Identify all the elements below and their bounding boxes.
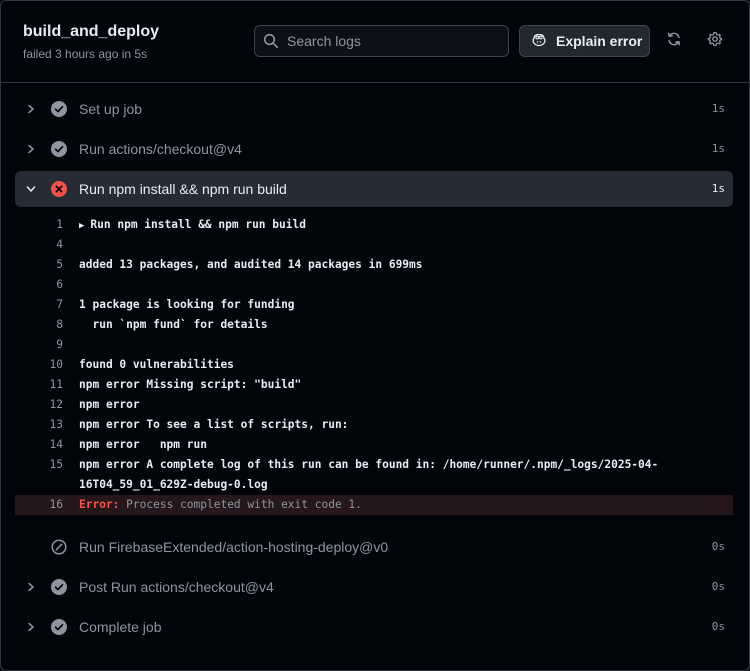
explain-error-button[interactable]: Explain error <box>519 25 650 57</box>
line-number[interactable]: 13 <box>15 415 63 435</box>
step-set-up-job[interactable]: Set up job 1s <box>15 91 733 127</box>
log-text: npm error Missing script: "build" <box>79 378 302 391</box>
error-label: Error: <box>79 498 120 511</box>
log-text: found 0 vulnerabilities <box>79 358 234 371</box>
line-number[interactable]: 15 <box>15 455 63 475</box>
log-text: run `npm fund` for details <box>79 318 268 331</box>
line-number[interactable]: 12 <box>15 395 63 415</box>
step-firebase-deploy[interactable]: Run FirebaseExtended/action-hosting-depl… <box>15 529 733 565</box>
refresh-icon <box>666 31 682 52</box>
log-line: 9 <box>15 335 733 355</box>
triangle-right-icon[interactable]: ▶ <box>79 216 84 236</box>
log-text: npm error A complete log of this run can… <box>79 458 659 471</box>
chevron-right-icon <box>24 620 38 634</box>
line-number[interactable]: 16 <box>15 495 63 515</box>
chevron-right-icon <box>24 142 38 156</box>
check-circle-icon <box>51 619 67 635</box>
step-duration: 0s <box>711 580 725 593</box>
line-number[interactable]: 1 <box>15 215 63 235</box>
job-title: build_and_deploy <box>23 23 160 40</box>
log-group-text: Run npm install && npm run build <box>90 218 306 231</box>
chevron-right-icon <box>24 580 38 594</box>
log-line: 7 1 package is looking for funding <box>15 295 733 315</box>
chevron-down-icon <box>24 182 38 196</box>
step-name: Post Run actions/checkout@v4 <box>79 579 274 595</box>
line-number[interactable]: 9 <box>15 335 63 355</box>
line-number[interactable]: 5 <box>15 255 63 275</box>
line-number[interactable]: 14 <box>15 435 63 455</box>
error-text: Process completed with exit code 1. <box>119 498 362 511</box>
log-line: 6 <box>15 275 733 295</box>
step-name: Run npm install && npm run build <box>79 181 287 197</box>
search-logs-field[interactable] <box>254 25 509 57</box>
job-status-meta: failed 3 hours ago in 5s <box>23 47 148 61</box>
line-number[interactable]: 8 <box>15 315 63 335</box>
explain-error-label: Explain error <box>556 33 643 49</box>
log-line: 16T04_59_01_629Z-debug-0.log <box>15 475 733 495</box>
step-checkout[interactable]: Run actions/checkout@v4 1s <box>15 131 733 167</box>
refresh-button[interactable] <box>659 26 689 56</box>
search-logs-input[interactable] <box>287 33 497 49</box>
check-circle-icon <box>51 141 67 157</box>
step-post-checkout[interactable]: Post Run actions/checkout@v4 0s <box>15 569 733 605</box>
line-number[interactable]: 7 <box>15 295 63 315</box>
line-number[interactable] <box>15 475 63 495</box>
log-text: npm error npm run <box>79 438 207 451</box>
job-header: build_and_deploy failed 3 hours ago in 5… <box>1 1 749 83</box>
log-line: 4 <box>15 235 733 255</box>
step-npm-build[interactable]: Run npm install && npm run build 1s <box>15 171 733 207</box>
step-complete-job[interactable]: Complete job 0s <box>15 609 733 645</box>
skipped-icon <box>51 539 67 555</box>
job-log-panel: build_and_deploy failed 3 hours ago in 5… <box>0 0 750 671</box>
x-circle-icon <box>51 181 67 197</box>
steps-list: Set up job 1s Run actions/checkout@v4 1s… <box>1 83 749 645</box>
line-number[interactable]: 10 <box>15 355 63 375</box>
gear-icon <box>707 31 723 52</box>
log-output: 1 ▶ Run npm install && npm run build 4 5 a… <box>15 213 733 523</box>
settings-button[interactable] <box>700 26 730 56</box>
log-line: 15 npm error A complete log of this run c… <box>15 455 733 475</box>
log-line: 13 npm error To see a list of scripts, ru… <box>15 415 733 435</box>
log-text: 16T04_59_01_629Z-debug-0.log <box>79 478 268 491</box>
line-number[interactable]: 11 <box>15 375 63 395</box>
error-log-line: 16 Error: Process completed with exit co… <box>15 495 733 515</box>
step-name: Set up job <box>79 101 143 117</box>
check-circle-icon <box>51 101 67 117</box>
step-duration: 0s <box>711 620 725 633</box>
log-line: 10 found 0 vulnerabilities <box>15 355 733 375</box>
step-duration: 1s <box>711 142 725 155</box>
line-number[interactable]: 4 <box>15 235 63 255</box>
line-number[interactable]: 6 <box>15 275 63 295</box>
step-name: Run FirebaseExtended/action-hosting-depl… <box>79 539 389 555</box>
log-text: added 13 packages, and audited 14 packag… <box>79 258 423 271</box>
log-line: 14 npm error npm run <box>15 435 733 455</box>
log-line: 5 added 13 packages, and audited 14 packa… <box>15 255 733 275</box>
step-name: Run actions/checkout@v4 <box>79 141 242 157</box>
step-name: Complete job <box>79 619 162 635</box>
log-text: 1 package is looking for funding <box>79 298 295 311</box>
copilot-icon <box>531 32 547 51</box>
log-line: 12 npm error <box>15 395 733 415</box>
log-line: 8 run `npm fund` for details <box>15 315 733 335</box>
chevron-right-icon <box>24 102 38 116</box>
log-text: npm error <box>79 398 140 411</box>
step-duration: 1s <box>711 182 725 195</box>
log-text: npm error To see a list of scripts, run: <box>79 418 349 431</box>
search-icon <box>255 26 287 56</box>
log-line[interactable]: 1 ▶ Run npm install && npm run build <box>15 215 733 235</box>
log-line: 11 npm error Missing script: "build" <box>15 375 733 395</box>
check-circle-icon <box>51 579 67 595</box>
step-duration: 1s <box>711 102 725 115</box>
remaining-steps: Run FirebaseExtended/action-hosting-depl… <box>1 523 749 645</box>
step-duration: 0s <box>711 540 725 553</box>
